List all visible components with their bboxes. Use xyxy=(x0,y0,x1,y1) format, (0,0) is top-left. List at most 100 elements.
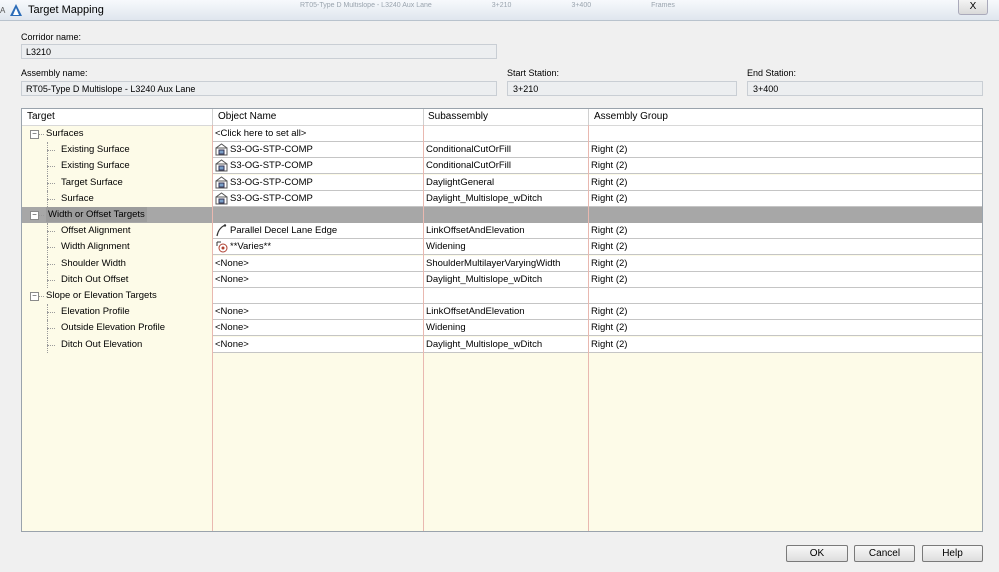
table-row[interactable]: Ditch Out Elevation <None> Daylight_Multis… xyxy=(22,336,982,353)
collapse-icon[interactable]: − xyxy=(30,130,39,139)
object-name-cell[interactable]: Parallel Decel Lane Edge xyxy=(213,223,423,240)
column-header-subassembly[interactable]: Subassembly xyxy=(428,111,488,122)
target-cell[interactable]: Ditch Out Elevation xyxy=(22,336,212,353)
assembly-group-cell[interactable]: Right (2) xyxy=(589,223,982,240)
group-label: Slope or Elevation Targets xyxy=(46,290,157,301)
table-row[interactable]: Shoulder Width <None> ShoulderMultilayerVa… xyxy=(22,255,982,272)
subassembly-cell[interactable] xyxy=(424,126,588,142)
tree-connector xyxy=(47,231,55,233)
title-bar[interactable]: Target Mapping RT05-Type D Multislope - … xyxy=(0,0,999,21)
target-cell[interactable]: Elevation Profile xyxy=(22,304,212,321)
subassembly-cell[interactable]: Daylight_Multislope_wDitch xyxy=(424,336,588,353)
assembly-group-cell[interactable]: Right (2) xyxy=(589,271,982,288)
target-mapping-grid[interactable]: Target Object Name Subassembly Assembly … xyxy=(21,108,983,532)
subassembly-cell[interactable]: LinkOffsetAndElevation xyxy=(424,304,588,321)
target-cell[interactable]: Offset Alignment xyxy=(22,223,212,240)
assembly-group-cell[interactable]: Right (2) xyxy=(589,174,982,191)
target-label: Elevation Profile xyxy=(61,306,130,318)
subassembly-cell-text: ShoulderMultilayerVaryingWidth xyxy=(426,257,561,269)
object-name-cell[interactable]: <Click here to set all> xyxy=(213,126,423,142)
subassembly-cell[interactable] xyxy=(424,207,588,223)
subassembly-cell-text: Daylight_Multislope_wDitch xyxy=(426,338,543,350)
object-name-cell[interactable]: <None> xyxy=(213,271,423,288)
object-name-text: Parallel Decel Lane Edge xyxy=(230,225,338,237)
target-cell[interactable]: − Surfaces xyxy=(22,126,212,142)
column-header-target[interactable]: Target xyxy=(27,111,55,122)
assembly-group-cell-text: Right (2) xyxy=(591,176,628,188)
table-row[interactable]: Existing Surface S3-OG-STP-COMP Conditiona… xyxy=(22,142,982,159)
subassembly-cell[interactable]: Widening xyxy=(424,320,588,337)
assembly-group-cell[interactable]: Right (2) xyxy=(589,190,982,207)
assembly-group-cell[interactable] xyxy=(589,288,982,304)
assembly-name-field: RT05-Type D Multislope - L3240 Aux Lane xyxy=(21,81,497,96)
table-row[interactable]: Target Surface S3-OG-STP-COMP DaylightGene… xyxy=(22,174,982,191)
subassembly-cell[interactable]: ConditionalCutOrFill xyxy=(424,158,588,175)
table-row[interactable]: Surface S3-OG-STP-COMP Daylight_Multislope… xyxy=(22,190,982,207)
target-cell[interactable]: − Width or Offset Targets xyxy=(22,207,212,223)
corridor-name-field: L3210 xyxy=(21,44,497,59)
subassembly-cell[interactable] xyxy=(424,288,588,304)
assembly-group-cell[interactable]: Right (2) xyxy=(589,336,982,353)
assembly-group-cell[interactable]: Right (2) xyxy=(589,158,982,175)
subassembly-cell[interactable]: Daylight_Multislope_wDitch xyxy=(424,190,588,207)
object-name-cell[interactable]: S3-OG-STP-COMP xyxy=(213,142,423,159)
grid-group-row[interactable]: − Surfaces <Click here to set all> xyxy=(22,126,982,142)
target-cell[interactable]: Existing Surface xyxy=(22,158,212,175)
target-cell[interactable]: Width Alignment xyxy=(22,239,212,256)
subassembly-cell[interactable]: ConditionalCutOrFill xyxy=(424,142,588,159)
assembly-group-cell-text: Right (2) xyxy=(591,241,628,253)
surface-icon xyxy=(215,192,228,205)
target-cell[interactable]: − Slope or Elevation Targets xyxy=(22,288,212,304)
subassembly-cell[interactable]: Daylight_Multislope_wDitch xyxy=(424,271,588,288)
subassembly-cell[interactable]: Widening xyxy=(424,239,588,256)
assembly-group-cell-text: Right (2) xyxy=(591,322,628,334)
cancel-button[interactable]: Cancel xyxy=(854,545,915,562)
object-name-cell[interactable]: S3-OG-STP-COMP xyxy=(213,174,423,191)
object-name-text: **Varies** xyxy=(230,241,272,253)
table-row[interactable]: Elevation Profile <None> LinkOffsetAndElev… xyxy=(22,304,982,321)
target-cell[interactable]: Shoulder Width xyxy=(22,255,212,272)
assembly-group-cell[interactable]: Right (2) xyxy=(589,239,982,256)
assembly-group-cell[interactable]: Right (2) xyxy=(589,320,982,337)
table-row[interactable]: Ditch Out Offset <None> Daylight_Multislop… xyxy=(22,271,982,288)
table-row[interactable]: Offset Alignment Parallel Decel Lane Edge… xyxy=(22,223,982,240)
assembly-group-cell[interactable] xyxy=(589,126,982,142)
object-name-cell[interactable]: S3-OG-STP-COMP xyxy=(213,190,423,207)
assembly-group-cell[interactable] xyxy=(589,207,982,223)
column-header-assembly-group[interactable]: Assembly Group xyxy=(594,111,668,122)
object-name-cell[interactable] xyxy=(213,207,423,223)
close-button[interactable]: X xyxy=(958,0,988,15)
object-name-cell[interactable]: S3-OG-STP-COMP xyxy=(213,158,423,175)
target-cell[interactable]: Ditch Out Offset xyxy=(22,271,212,288)
collapse-icon[interactable]: − xyxy=(30,211,39,220)
object-name-cell[interactable] xyxy=(213,288,423,304)
target-cell[interactable]: Target Surface xyxy=(22,174,212,191)
table-row[interactable]: Width Alignment **Varies** Widening Right (… xyxy=(22,239,982,256)
target-cell[interactable]: Existing Surface xyxy=(22,142,212,159)
collapse-icon[interactable]: − xyxy=(30,292,39,301)
assembly-group-cell[interactable]: Right (2) xyxy=(589,304,982,321)
subassembly-cell[interactable]: DaylightGeneral xyxy=(424,174,588,191)
subassembly-cell[interactable]: ShoulderMultilayerVaryingWidth xyxy=(424,255,588,272)
object-name-cell[interactable]: <None> xyxy=(213,304,423,321)
object-name-cell[interactable]: <None> xyxy=(213,255,423,272)
varies-icon xyxy=(215,240,228,253)
assembly-group-cell[interactable]: Right (2) xyxy=(589,142,982,159)
help-button[interactable]: Help xyxy=(922,545,983,562)
grid-group-row[interactable]: − Width or Offset Targets xyxy=(22,207,982,223)
object-name-cell[interactable]: <None> xyxy=(213,336,423,353)
tree-connector xyxy=(47,150,55,152)
ok-button[interactable]: OK xyxy=(786,545,848,562)
table-row[interactable]: Existing Surface S3-OG-STP-COMP Conditiona… xyxy=(22,158,982,175)
assembly-group-cell[interactable]: Right (2) xyxy=(589,255,982,272)
subassembly-cell[interactable]: LinkOffsetAndElevation xyxy=(424,223,588,240)
object-name-cell[interactable]: **Varies** xyxy=(213,239,423,256)
object-name-text: <None> xyxy=(215,257,249,269)
corridor-name-label: Corridor name: xyxy=(21,32,82,42)
table-row[interactable]: Outside Elevation Profile <None> Widening R… xyxy=(22,320,982,337)
column-header-object-name[interactable]: Object Name xyxy=(218,111,276,122)
target-cell[interactable]: Outside Elevation Profile xyxy=(22,320,212,337)
object-name-cell[interactable]: <None> xyxy=(213,320,423,337)
grid-group-row[interactable]: − Slope or Elevation Targets xyxy=(22,288,982,304)
target-cell[interactable]: Surface xyxy=(22,190,212,207)
